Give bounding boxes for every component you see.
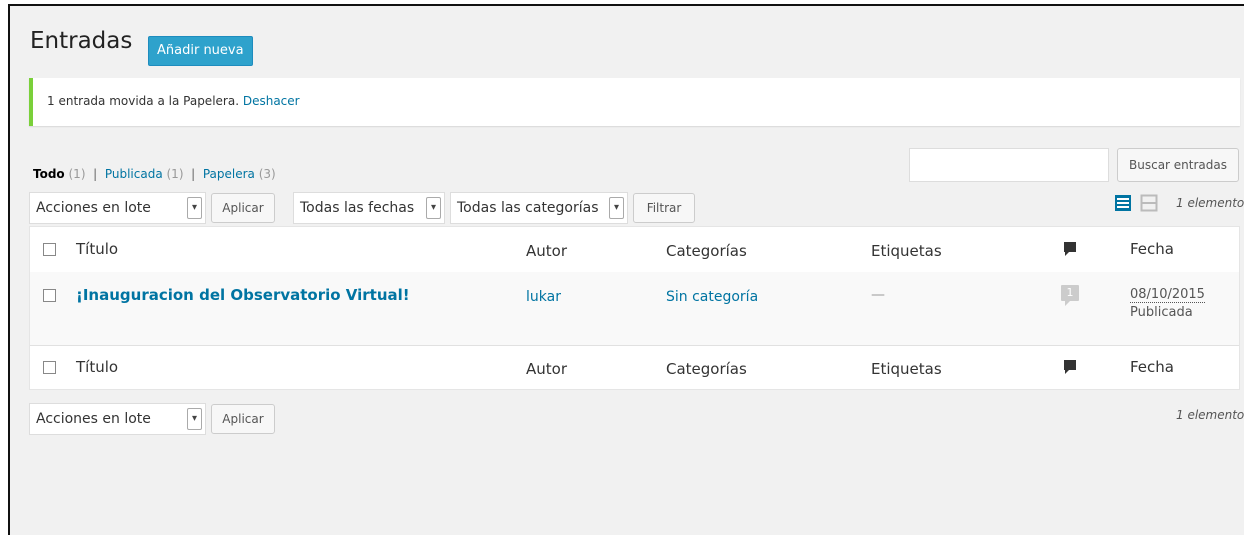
view-trash-link[interactable]: Papelera xyxy=(203,167,255,181)
column-categories-footer: Categorías xyxy=(666,360,747,378)
comments-column-icon[interactable] xyxy=(1063,241,1077,261)
notice-text: 1 entrada movida a la Papelera. Deshacer xyxy=(47,94,300,108)
bulk-actions-select-bottom[interactable]: Acciones en lote ▾ xyxy=(29,403,206,435)
view-all-count: (1) xyxy=(68,167,86,181)
search-input[interactable] xyxy=(909,148,1109,182)
column-title[interactable]: Título xyxy=(76,240,118,258)
status-views: Todo (1) | Publicada (1) | Papelera (3) xyxy=(33,167,276,181)
post-date: 08/10/2015 Publicada xyxy=(1130,286,1205,322)
table-footer-row: Título Autor Categorías Etiquetas Fecha xyxy=(30,345,1239,390)
column-author: Autor xyxy=(526,242,567,260)
bulk-actions-value: Acciones en lote xyxy=(36,411,151,427)
categories-filter-select[interactable]: Todas las categorías ▾ xyxy=(450,192,628,224)
select-all-checkbox[interactable] xyxy=(43,243,56,256)
post-category-link[interactable]: Sin categoría xyxy=(666,289,758,305)
posts-screen: Entradas Añadir nueva 1 entrada movida a… xyxy=(8,4,1244,535)
chevron-down-icon: ▾ xyxy=(187,408,202,430)
page-title: Entradas xyxy=(30,28,133,54)
dates-filter-value: Todas las fechas xyxy=(300,200,415,216)
select-all-checkbox-bottom[interactable] xyxy=(43,361,56,374)
bulk-actions-value: Acciones en lote xyxy=(36,200,151,216)
column-author-footer: Autor xyxy=(526,360,567,378)
column-categories: Categorías xyxy=(666,242,747,260)
chevron-down-icon: ▾ xyxy=(187,197,202,219)
column-tags: Etiquetas xyxy=(871,242,942,260)
bulk-actions-select-top[interactable]: Acciones en lote ▾ xyxy=(29,192,206,224)
view-published-link[interactable]: Publicada xyxy=(105,167,163,181)
post-author-link[interactable]: lukar xyxy=(526,289,561,305)
dates-filter-select[interactable]: Todas las fechas ▾ xyxy=(293,192,445,224)
column-date[interactable]: Fecha xyxy=(1130,240,1174,258)
post-tags: — xyxy=(871,287,885,303)
items-count-bottom: 1 elemento xyxy=(1176,408,1244,422)
column-title-footer[interactable]: Título xyxy=(76,358,118,376)
add-new-button[interactable]: Añadir nueva xyxy=(148,36,253,66)
comment-count-bubble[interactable]: 1 xyxy=(1060,284,1080,308)
categories-filter-value: Todas las categorías xyxy=(457,200,599,216)
posts-table: Título Autor Categorías Etiquetas Fecha … xyxy=(29,226,1240,390)
view-all-link[interactable]: Todo xyxy=(33,167,65,181)
items-count-top: 1 elemento xyxy=(1176,196,1244,210)
table-header-row: Título Autor Categorías Etiquetas Fecha xyxy=(30,227,1239,273)
chevron-down-icon: ▾ xyxy=(609,197,624,219)
notice-message: 1 entrada movida a la Papelera. xyxy=(47,94,240,108)
post-title-link[interactable]: ¡Inauguracion del Observatorio Virtual! xyxy=(76,286,410,304)
table-row: ¡Inauguracion del Observatorio Virtual! … xyxy=(30,272,1239,345)
undo-link[interactable]: Deshacer xyxy=(243,94,300,108)
apply-button-bottom[interactable]: Aplicar xyxy=(211,404,275,434)
chevron-down-icon: ▾ xyxy=(426,197,441,219)
list-view-icon[interactable] xyxy=(1114,194,1132,212)
view-trash-count: (3) xyxy=(258,167,276,181)
column-tags-footer: Etiquetas xyxy=(871,360,942,378)
view-separator: | xyxy=(187,167,199,181)
view-published-count: (1) xyxy=(166,167,184,181)
comments-column-icon[interactable] xyxy=(1063,359,1077,379)
row-checkbox[interactable] xyxy=(43,289,56,302)
search-posts-button[interactable]: Buscar entradas xyxy=(1117,148,1239,182)
post-status: Publicada xyxy=(1130,305,1193,320)
post-date-value: 08/10/2015 xyxy=(1130,287,1205,303)
filter-button[interactable]: Filtrar xyxy=(633,193,695,223)
apply-button-top[interactable]: Aplicar xyxy=(211,193,275,223)
notice-trash: 1 entrada movida a la Papelera. Deshacer xyxy=(29,78,1240,126)
excerpt-view-icon[interactable] xyxy=(1140,194,1158,212)
column-date-footer[interactable]: Fecha xyxy=(1130,358,1174,376)
view-separator: | xyxy=(89,167,101,181)
comment-count: 1 xyxy=(1066,286,1074,299)
